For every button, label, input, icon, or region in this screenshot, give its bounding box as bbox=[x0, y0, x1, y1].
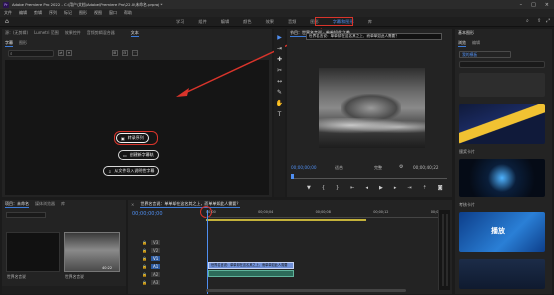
panel-title: 基本图形 bbox=[458, 30, 474, 35]
ripple-edit-tool-icon[interactable]: ✚ bbox=[276, 55, 284, 63]
hand-tool-icon[interactable]: ✋ bbox=[276, 99, 284, 107]
tab-media-browser[interactable]: 媒体浏览器 bbox=[35, 201, 55, 207]
template-thumbnail[interactable]: 播放 bbox=[459, 212, 545, 252]
audio-meter bbox=[438, 210, 450, 290]
track-label[interactable]: A1 bbox=[150, 263, 161, 269]
track-lock-icon[interactable]: 🔒 bbox=[142, 280, 147, 285]
step-forward-icon[interactable]: ▸ bbox=[394, 185, 397, 191]
play-icon[interactable]: ▶ bbox=[379, 185, 383, 191]
track-label[interactable]: V3 bbox=[150, 239, 161, 245]
type-tool-icon[interactable]: T bbox=[276, 110, 284, 118]
timeline-ruler[interactable]: 00;00 00;00;04 00;00;08 00;00;12 00;00;1… bbox=[206, 210, 446, 218]
go-to-in-icon[interactable]: ⇤ bbox=[350, 185, 354, 191]
track-header-v1: 🔒 V1 bbox=[128, 254, 204, 262]
tab-project[interactable]: 项目：未命名 bbox=[5, 201, 29, 208]
tab-libraries[interactable]: 库 bbox=[61, 201, 65, 207]
playhead-marker[interactable] bbox=[291, 174, 294, 179]
transport-controls: ▼ { } ⇤ ◂ ▶ ▸ ⇥ ⇡ ◙ bbox=[307, 185, 447, 191]
clip-duration: 40:22 bbox=[102, 266, 113, 270]
selection-tool-icon[interactable]: ▶ bbox=[276, 33, 284, 41]
track-label[interactable]: A3 bbox=[150, 279, 161, 285]
caption-track-bar[interactable] bbox=[206, 219, 366, 221]
settings-icon[interactable]: ⚙ bbox=[399, 164, 403, 170]
track-header-v2: 🔒 V2 bbox=[128, 246, 204, 254]
caption-preview: 世界名言说：单单却在这名其之上，而单单如此人需要？ bbox=[306, 33, 442, 40]
templates-dropdown[interactable]: 我的模板 bbox=[459, 51, 511, 58]
track-label[interactable]: V1 bbox=[150, 255, 161, 261]
duration-timecode: 00;00;40;22 bbox=[413, 165, 439, 170]
track-lock-icon[interactable]: 🔒 bbox=[142, 256, 147, 261]
project-item-label: 世界名言说 bbox=[65, 274, 84, 279]
tab-edit[interactable]: 编辑 bbox=[472, 40, 480, 46]
mark-out-icon[interactable]: } bbox=[336, 185, 339, 191]
track-select-tool-icon[interactable]: ⇥ bbox=[276, 44, 284, 52]
track-label[interactable]: A2 bbox=[150, 271, 161, 277]
pen-tool-icon[interactable]: ✎ bbox=[276, 88, 284, 96]
program-timecode[interactable]: 00;00;00;00 bbox=[291, 165, 317, 170]
track-header-a2: 🔒 A2 bbox=[128, 270, 204, 278]
graphics-search-input[interactable] bbox=[459, 61, 545, 68]
template-thumbnail[interactable] bbox=[459, 259, 545, 289]
tab-browse[interactable]: 浏览 bbox=[458, 40, 466, 47]
track-headers: 🔒 V3 🔒 V2 🔒 V1 🔒 A1 🔒 A2 🔒 A3 bbox=[128, 238, 204, 286]
slip-tool-icon[interactable]: ↔ bbox=[276, 77, 284, 85]
go-to-out-icon[interactable]: ⇥ bbox=[407, 185, 411, 191]
clouds-image bbox=[319, 118, 425, 136]
mark-in-icon[interactable]: { bbox=[322, 185, 325, 191]
timeline-timecode[interactable]: 00;00;00;00 bbox=[132, 211, 163, 217]
razor-tool-icon[interactable]: ✂ bbox=[276, 66, 284, 74]
track-lock-icon[interactable]: 🔒 bbox=[142, 272, 147, 277]
program-monitor: 节目：世界名言说 · 单单如此之美 世界名言说：单单却在这名其之上，而单单如此人… bbox=[287, 29, 452, 197]
track-lock-icon[interactable]: 🔒 bbox=[142, 240, 147, 245]
audio-clip[interactable] bbox=[208, 270, 294, 277]
quality-dropdown[interactable]: 完整 bbox=[374, 165, 382, 171]
track-header-a3: 🔒 A3 bbox=[128, 278, 204, 286]
add-marker-icon[interactable]: ▼ bbox=[307, 185, 311, 191]
project-search-input[interactable] bbox=[6, 212, 46, 218]
essential-graphics-panel: 基本图形 浏览 编辑 我的模板 颁奖卡片 考核卡片 播放 bbox=[455, 29, 552, 294]
video-frame bbox=[319, 68, 425, 148]
timeline-panel: × 世界名言说：单单却在这名其之上，而单单如此人需要？ 00;00;00;00 … bbox=[128, 200, 452, 294]
template-thumbnail[interactable] bbox=[459, 104, 545, 144]
project-panel: 项目：未命名 媒体浏览器 库 世界名言说 40:22 世界名言说 bbox=[2, 200, 126, 294]
timeline-scrollbar[interactable] bbox=[206, 289, 406, 292]
video-clip[interactable]: 世界名言说：单单却在这名其之上，而单单如此人需要 bbox=[208, 262, 294, 269]
close-sequence-icon[interactable]: × bbox=[131, 202, 134, 207]
ruler-label: 00;00;08 bbox=[315, 210, 331, 214]
project-footer bbox=[2, 286, 126, 294]
track-header-a1: 🔒 A1 bbox=[128, 262, 204, 270]
track-lock-icon[interactable]: 🔒 bbox=[142, 264, 147, 269]
fit-dropdown[interactable]: 适合 bbox=[335, 165, 343, 171]
playhead-line[interactable] bbox=[207, 210, 208, 294]
lift-icon[interactable]: ⇡ bbox=[423, 185, 427, 191]
ruler-label: 00;00;12 bbox=[373, 210, 389, 214]
step-back-icon[interactable]: ◂ bbox=[365, 185, 368, 191]
template-thumbnail[interactable] bbox=[459, 73, 545, 97]
track-header-v3: 🔒 V3 bbox=[128, 238, 204, 246]
project-item-label: 世界名言说 bbox=[7, 274, 26, 279]
tool-strip: ▶ ⇥ ✚ ✂ ↔ ✎ ✋ T bbox=[274, 29, 285, 197]
template-badge: 播放 bbox=[491, 227, 505, 235]
template-thumbnail[interactable] bbox=[459, 159, 545, 197]
ruler-label: 00;00;04 bbox=[258, 210, 274, 214]
template-label: 颁奖卡片 bbox=[459, 149, 475, 154]
camera-icon[interactable]: ◙ bbox=[438, 185, 443, 191]
program-scrubber[interactable] bbox=[291, 174, 447, 179]
template-label: 考核卡片 bbox=[459, 202, 475, 207]
project-item[interactable] bbox=[6, 232, 60, 272]
tab-sequence[interactable]: 世界名言说：单单却在这名其之上，而单单如此人需要？ bbox=[140, 201, 241, 208]
track-lock-icon[interactable]: 🔒 bbox=[142, 248, 147, 253]
track-label[interactable]: V2 bbox=[150, 247, 161, 253]
